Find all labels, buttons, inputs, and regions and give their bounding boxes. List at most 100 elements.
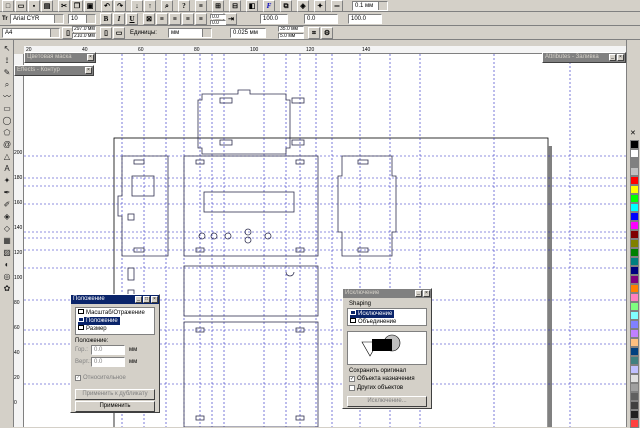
text-tool-icon[interactable]: A (2, 164, 12, 174)
position-x-field[interactable]: 0.0 (210, 14, 226, 19)
color-swatch[interactable] (630, 329, 639, 338)
color-swatch[interactable] (630, 167, 639, 176)
position-y-field[interactable]: 0.0 (210, 20, 226, 25)
color-swatch[interactable] (630, 248, 639, 257)
color-swatch[interactable] (630, 401, 639, 410)
close-icon[interactable]: × (617, 54, 624, 61)
bold-button[interactable]: B (100, 13, 112, 25)
rectangle-tool-icon[interactable]: ▭ (2, 104, 12, 114)
freehand-tool-icon[interactable]: 〰 (2, 92, 12, 102)
ungroup-icon[interactable]: ⊟ (229, 0, 241, 12)
basic-shapes-icon[interactable]: △ (2, 152, 12, 162)
list-item-selected[interactable]: Положение (78, 317, 120, 325)
align-justify-icon[interactable]: ≡ (195, 13, 207, 25)
print-icon[interactable]: ▤ (41, 0, 53, 12)
color-swatch[interactable] (630, 356, 639, 365)
color-swatch[interactable] (630, 275, 639, 284)
undo-icon[interactable]: ↶ (101, 0, 113, 12)
maximize-icon[interactable]: □ (143, 296, 150, 303)
export-icon[interactable]: ↑ (144, 0, 156, 12)
color-swatch[interactable] (630, 221, 639, 230)
group-icon[interactable]: ⊞ (212, 0, 224, 12)
font-name-select[interactable]: Arial CYR (10, 14, 64, 24)
shape-tool-icon[interactable]: ⟟ (2, 56, 12, 66)
align-center-icon[interactable]: ≡ (169, 13, 181, 25)
color-swatch[interactable] (630, 311, 639, 320)
knife-tool-icon[interactable]: ✎ (2, 68, 12, 78)
close-icon[interactable]: × (151, 296, 158, 303)
color-wheel-icon[interactable]: ✿ (2, 284, 12, 294)
vertical-field[interactable]: 0.0 (91, 357, 125, 367)
outline-width-select[interactable]: 0.1 мм (352, 1, 388, 11)
save-icon[interactable]: ▪ (28, 0, 40, 12)
interactive-fill-icon[interactable]: ◇ (2, 224, 12, 234)
portrait-icon[interactable]: ▯ (100, 27, 112, 39)
pick-tool-icon[interactable]: ↖ (2, 44, 12, 54)
fill-tool-icon[interactable]: ◈ (2, 212, 12, 222)
color-swatch[interactable] (630, 140, 639, 149)
color-swatch[interactable] (630, 149, 639, 158)
polygon-tool-icon[interactable]: ⬠ (2, 128, 12, 138)
align-none-icon[interactable]: ⊠ (143, 13, 155, 25)
front-icon[interactable]: ◧ (246, 0, 258, 12)
list-item-selected[interactable]: Исключение (350, 310, 395, 318)
duplicate-x-field[interactable]: 35.0 мм (278, 26, 304, 32)
new-icon[interactable]: □ (2, 0, 14, 12)
node-icon[interactable]: ✦ (314, 0, 326, 12)
relative-checkbox[interactable]: ✓ (75, 375, 81, 381)
font-size-select[interactable]: 10 (68, 14, 96, 24)
color-swatch[interactable] (630, 365, 639, 374)
close-icon[interactable]: × (85, 67, 92, 74)
exclude-button[interactable]: Исключение... (347, 396, 427, 407)
units-select[interactable]: мм (168, 28, 212, 38)
blend-icon[interactable]: ◐ (2, 260, 12, 270)
eyedropper-tool-icon[interactable]: ✒ (2, 188, 12, 198)
list-item[interactable]: Масштаб/Отражение (78, 309, 145, 317)
color-swatch[interactable] (630, 194, 639, 203)
apply-to-duplicate-button[interactable]: Применить к дубликату (75, 389, 155, 400)
import-icon[interactable]: ↓ (131, 0, 143, 12)
size-height-field[interactable]: 100.0 (348, 14, 382, 24)
interactive-tool-icon[interactable]: ✦ (2, 176, 12, 186)
align-left-icon[interactable]: ≡ (156, 13, 168, 25)
color-swatch[interactable] (630, 374, 639, 383)
outline-icon[interactable]: ═ (331, 0, 343, 12)
color-swatch[interactable] (630, 383, 639, 392)
apply-button[interactable]: Применить (75, 401, 155, 412)
paste-icon[interactable]: ▣ (84, 0, 96, 12)
target-object-checkbox[interactable]: ✓ (349, 376, 355, 382)
color-swatch[interactable] (630, 203, 639, 212)
color-mask-title[interactable]: Цветовая маска (25, 53, 95, 62)
arrange-icon[interactable]: ⧉ (280, 0, 292, 12)
color-swatch[interactable] (630, 338, 639, 347)
color-swatch[interactable] (630, 320, 639, 329)
page-height-field[interactable]: 210.0 мм (72, 33, 96, 39)
other-objects-checkbox[interactable] (349, 385, 355, 391)
horizontal-field[interactable]: 0.0 (91, 345, 125, 355)
nudge-field[interactable]: 0.025 мм (230, 28, 266, 38)
copy-icon[interactable]: ❐ (71, 0, 83, 12)
color-swatch[interactable] (630, 176, 639, 185)
list-item[interactable]: Размер (78, 325, 107, 333)
indent-icon[interactable]: ⇥ (225, 13, 237, 25)
color-swatch[interactable] (630, 392, 639, 401)
no-color-icon[interactable]: ✕ (630, 130, 638, 138)
list-item[interactable]: Объединение (350, 318, 396, 325)
size-width-field[interactable]: 100.0 (260, 14, 288, 24)
landscape-icon[interactable]: ▭ (113, 27, 125, 39)
color-swatch[interactable] (630, 257, 639, 266)
contour-icon[interactable]: ◎ (2, 272, 12, 282)
color-swatch[interactable] (630, 410, 639, 419)
color-swatch[interactable] (630, 266, 639, 275)
minimize-icon[interactable]: _ (415, 290, 422, 297)
symbol-icon[interactable]: ◈ (297, 0, 309, 12)
mesh-fill-icon[interactable]: ▦ (2, 236, 12, 246)
position-x2-field[interactable]: 0.0 (304, 14, 338, 24)
italic-button[interactable]: I (113, 13, 125, 25)
zoom-icon[interactable]: ⌕ (161, 0, 173, 12)
snap-icon[interactable]: ⌗ (308, 27, 320, 39)
align-right-icon[interactable]: ≡ (182, 13, 194, 25)
color-swatch[interactable] (630, 293, 639, 302)
spiral-tool-icon[interactable]: @ (2, 140, 12, 150)
color-swatch[interactable] (630, 230, 639, 239)
